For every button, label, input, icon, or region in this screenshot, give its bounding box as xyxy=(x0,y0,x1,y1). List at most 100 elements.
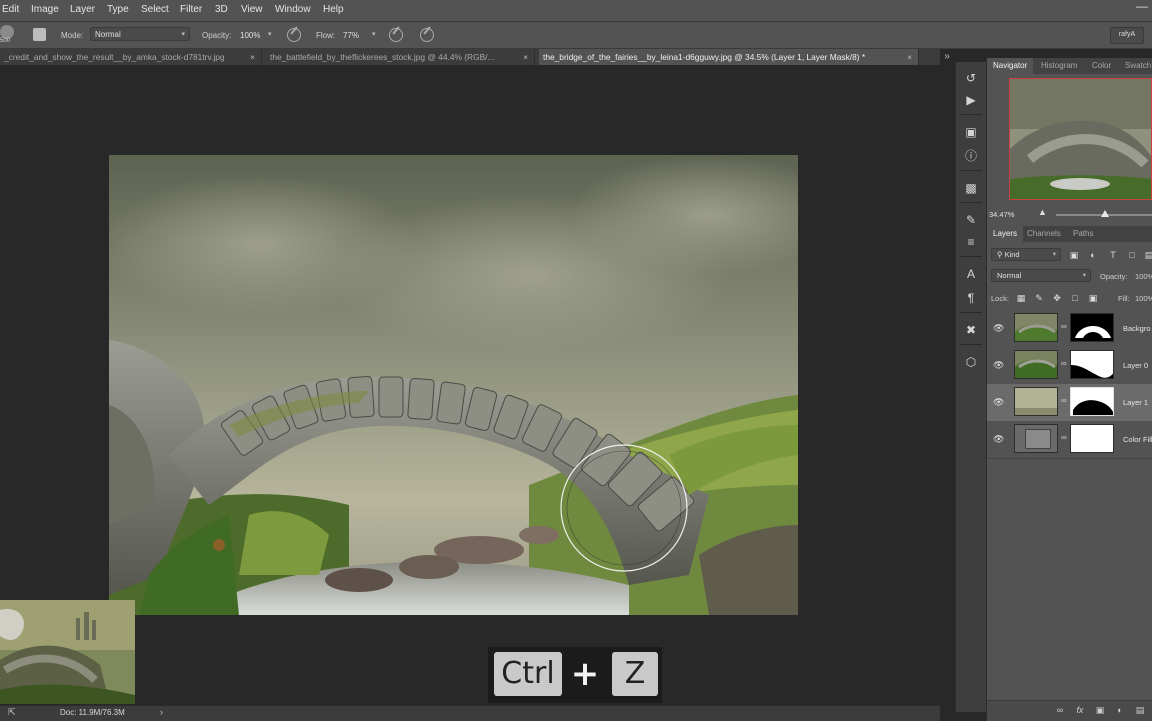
eye-icon[interactable]: 👁 xyxy=(993,397,1004,407)
history-icon[interactable]: ↺ xyxy=(963,70,979,86)
zoom-value[interactable]: 34.47% xyxy=(989,210,1014,219)
fill-value[interactable]: 100% xyxy=(1135,294,1152,303)
menu-filter[interactable]: Filter xyxy=(180,4,202,15)
layer-mask-thumbnail[interactable] xyxy=(1070,350,1114,379)
share-icon[interactable]: ⇱ xyxy=(8,707,16,718)
flow-caret-icon[interactable]: ▾ xyxy=(372,30,376,38)
tab-histogram[interactable]: Histogram xyxy=(1041,58,1077,74)
airbrush-icon[interactable] xyxy=(389,28,403,42)
flow-label: Flow: xyxy=(316,31,336,40)
tab-document-2[interactable]: the_battlefield_by_theflickerees_stock.j… xyxy=(266,49,535,65)
layer-name[interactable]: Color Fill xyxy=(1123,435,1152,444)
collapse-panels-icon[interactable]: » xyxy=(940,49,954,65)
lock-pixels-icon[interactable]: ✎ xyxy=(1034,293,1044,303)
tab-layers[interactable]: Layers xyxy=(987,226,1024,242)
menu-edit[interactable]: Edit xyxy=(2,4,19,15)
play-icon[interactable]: ▶ xyxy=(963,92,979,108)
layer-mask-thumbnail[interactable] xyxy=(1070,313,1114,342)
lock-position-icon[interactable]: ✥ xyxy=(1052,293,1062,303)
eye-icon[interactable]: 👁 xyxy=(993,323,1004,333)
eye-icon[interactable]: 👁 xyxy=(993,434,1004,444)
navigator-thumbnail[interactable] xyxy=(1009,78,1152,200)
tab-color[interactable]: Color xyxy=(1092,58,1111,74)
link-icon[interactable]: ∞ xyxy=(1061,359,1067,370)
zoom-slider-handle[interactable] xyxy=(1101,210,1109,217)
3d-icon[interactable]: ⬡ xyxy=(963,354,979,370)
clone-source-icon[interactable]: ▩ xyxy=(963,180,979,196)
lock-transparent-icon[interactable]: ▦ xyxy=(1016,293,1026,303)
opacity-caret-icon[interactable]: ▾ xyxy=(268,30,272,38)
zoom-out-icon[interactable]: ▲ xyxy=(1038,207,1047,217)
layer-mask-thumbnail[interactable] xyxy=(1070,387,1114,416)
menu-select[interactable]: Select xyxy=(141,4,169,15)
pressure-size-icon[interactable] xyxy=(420,28,434,42)
minimize-icon[interactable]: — xyxy=(1136,0,1148,12)
tab-navigator[interactable]: Navigator xyxy=(987,58,1034,74)
menu-window[interactable]: Window xyxy=(275,4,311,15)
close-icon[interactable]: × xyxy=(250,49,255,65)
pressure-opacity-icon[interactable] xyxy=(287,28,301,42)
link-layers-icon[interactable]: ∞ xyxy=(1055,705,1065,715)
layer-row-color-fill[interactable]: 👁 ∞ Color Fill xyxy=(987,421,1152,459)
menu-help[interactable]: Help xyxy=(323,4,344,15)
adjustment-icon[interactable]: ◐ xyxy=(1115,705,1125,715)
layer-row-layer-0[interactable]: 👁 ∞ Layer 0 xyxy=(987,347,1152,385)
menu-3d[interactable]: 3D xyxy=(215,4,228,15)
link-icon[interactable]: ∞ xyxy=(1061,322,1067,333)
close-icon[interactable]: × xyxy=(907,49,912,65)
tab-swatches[interactable]: Swatch xyxy=(1125,58,1151,74)
layer-thumbnail[interactable] xyxy=(1014,313,1058,342)
ctrl-key: Ctrl xyxy=(494,652,562,696)
layer-name[interactable]: Backgro xyxy=(1123,324,1151,333)
layer-row-layer-1[interactable]: 👁 ∞ Layer 1 xyxy=(987,384,1152,422)
filter-smart-object-icon[interactable]: ▤ xyxy=(1144,250,1152,260)
character-icon[interactable]: A xyxy=(963,266,979,282)
tab-channels[interactable]: Channels xyxy=(1027,226,1061,242)
chevron-right-icon[interactable]: › xyxy=(160,707,163,717)
workspace-switcher[interactable]: rafyA xyxy=(1110,27,1144,44)
menu-image[interactable]: Image xyxy=(31,4,59,15)
layer-opacity-value[interactable]: 100% xyxy=(1135,272,1152,281)
filter-shape-icon[interactable]: □ xyxy=(1127,250,1137,260)
layer-row-background[interactable]: 👁 ∞ Backgro xyxy=(987,310,1152,348)
folder-icon[interactable]: ▤ xyxy=(1135,705,1145,715)
close-icon[interactable]: × xyxy=(523,49,528,65)
info-icon[interactable]: ⓘ xyxy=(963,148,979,164)
mode-dropdown[interactable]: Normal ▾ xyxy=(90,27,190,41)
mask-icon[interactable]: ▣ xyxy=(1095,705,1105,715)
layer-name[interactable]: Layer 0 xyxy=(1123,361,1148,370)
layer-thumbnail[interactable] xyxy=(1014,350,1058,379)
fx-icon[interactable]: fx xyxy=(1075,705,1085,715)
eye-icon[interactable]: 👁 xyxy=(993,360,1004,370)
brush-presets-icon[interactable]: ≡ xyxy=(963,234,979,250)
menu-type[interactable]: Type xyxy=(107,4,129,15)
menu-view[interactable]: View xyxy=(241,4,263,15)
filter-type-icon[interactable]: T xyxy=(1108,250,1118,260)
adjustments-icon[interactable]: ▣ xyxy=(963,124,979,140)
document-canvas[interactable] xyxy=(109,155,798,615)
opacity-value[interactable]: 100% xyxy=(240,31,260,40)
menu-layer[interactable]: Layer xyxy=(70,4,95,15)
blend-mode-dropdown[interactable]: Normal ▾ xyxy=(991,269,1091,282)
paragraph-icon[interactable]: ¶ xyxy=(963,290,979,306)
flow-value[interactable]: 77% xyxy=(343,31,359,40)
lock-artboard-icon[interactable]: □ xyxy=(1070,293,1080,303)
brush-icon[interactable]: ✎ xyxy=(963,212,979,228)
layer-mask-thumbnail[interactable] xyxy=(1070,424,1114,453)
layer-name[interactable]: Layer 1 xyxy=(1123,398,1148,407)
link-icon[interactable]: ∞ xyxy=(1061,396,1067,407)
filter-adjustment-icon[interactable]: ◐ xyxy=(1088,250,1098,260)
lock-all-icon[interactable]: ▣ xyxy=(1088,293,1098,303)
tab-paths[interactable]: Paths xyxy=(1073,226,1093,242)
tab-document-active[interactable]: the_bridge_of_the_fairies__by_leina1-d6g… xyxy=(539,49,919,65)
tool-presets-icon[interactable]: ✖ xyxy=(963,322,979,338)
brush-preset-icon[interactable] xyxy=(0,25,14,39)
brush-panel-icon[interactable] xyxy=(33,28,46,41)
layer-thumbnail[interactable] xyxy=(1014,387,1058,416)
tab-document-1[interactable]: _credit_and_show_the_result__by_amka_sto… xyxy=(0,49,262,65)
link-icon[interactable]: ∞ xyxy=(1061,433,1067,444)
filter-pixel-icon[interactable]: ▣ xyxy=(1069,250,1079,260)
layer-thumbnail[interactable] xyxy=(1014,424,1058,453)
blend-mode-value: Normal xyxy=(997,271,1022,280)
layer-filter-dropdown[interactable]: ⚲ Kind ▾ xyxy=(991,248,1061,261)
